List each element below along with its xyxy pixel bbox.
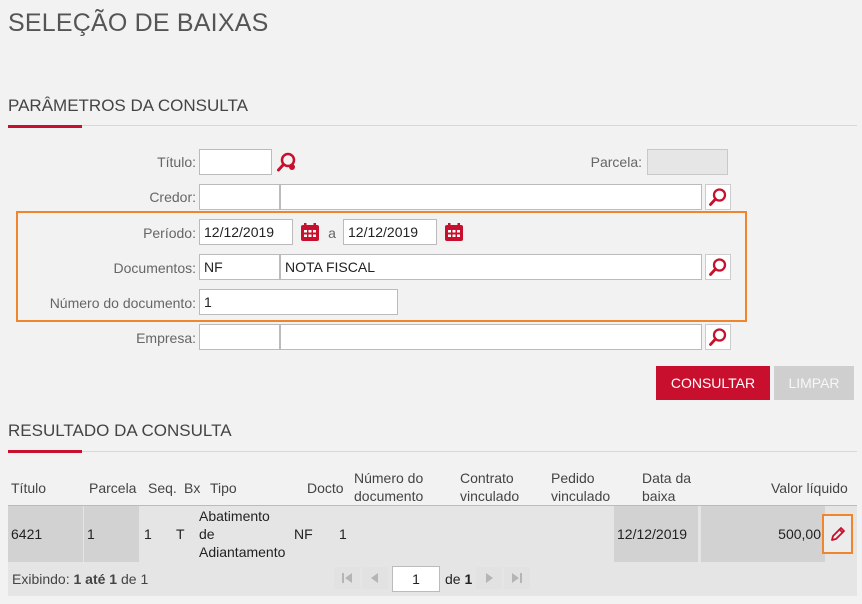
- search-icon: [709, 188, 727, 206]
- results-accent-bar: [8, 450, 82, 453]
- next-page-icon: [486, 573, 493, 583]
- credor-code-input[interactable]: [199, 184, 280, 210]
- documentos-label: Documentos:: [113, 260, 196, 276]
- col-seq[interactable]: Seq.: [148, 479, 177, 497]
- periodo-from-calendar-button[interactable]: [297, 219, 323, 245]
- cell-tipo-line3: Adiantamento: [199, 544, 286, 560]
- pencil-icon: [830, 527, 845, 541]
- documentos-code-input[interactable]: NF: [199, 254, 280, 280]
- col-numero[interactable]: Número do documento: [354, 469, 423, 505]
- col-contrato[interactable]: Contrato vinculado: [460, 469, 519, 505]
- params-divider: [8, 125, 857, 126]
- periodo-separator: a: [328, 225, 336, 241]
- exibindo-total: 1: [140, 571, 149, 587]
- cell-parcela: 1: [87, 526, 95, 542]
- cell-numero: 1: [339, 526, 347, 542]
- periodo-to-calendar-button[interactable]: [441, 219, 467, 245]
- numero-documento-label: Número do documento:: [49, 295, 196, 311]
- col-tipo[interactable]: Tipo: [210, 479, 237, 497]
- col-titulo[interactable]: Título: [11, 479, 46, 497]
- search-icon: [709, 328, 727, 346]
- credor-search-button[interactable]: [705, 184, 731, 210]
- col-pedido-line2: vinculado: [551, 488, 611, 504]
- params-section-title: PARÂMETROS DA CONSULTA: [8, 96, 248, 115]
- search-icon: [709, 258, 727, 276]
- page-title: SELEÇÃO DE BAIXAS: [8, 9, 269, 37]
- previous-page-icon: [371, 573, 378, 583]
- col-pedido-line1: Pedido: [551, 470, 595, 486]
- next-page-button[interactable]: [476, 567, 502, 589]
- calendar-icon: [301, 223, 319, 241]
- titulo-input[interactable]: [199, 149, 272, 175]
- edit-button[interactable]: [822, 514, 853, 554]
- previous-page-button[interactable]: [362, 567, 388, 589]
- credor-name-input[interactable]: [280, 184, 702, 210]
- cell-bx: T: [176, 526, 185, 542]
- calendar-icon: [445, 223, 463, 241]
- col-parcela[interactable]: Parcela: [89, 479, 136, 497]
- first-page-icon: [342, 573, 352, 583]
- col-pedido[interactable]: Pedido vinculado: [551, 469, 610, 505]
- cell-docto: NF: [294, 526, 313, 542]
- col-data[interactable]: Data da baixa: [642, 469, 691, 505]
- empresa-search-button[interactable]: [705, 324, 731, 350]
- documentos-search-button[interactable]: [705, 254, 731, 280]
- cell-tipo: Abatimento de Adiantamento: [199, 507, 290, 561]
- numero-documento-input[interactable]: 1: [199, 289, 398, 315]
- col-numero-line1: Número do: [354, 470, 424, 486]
- pagination-summary: Exibindo: 1 até 1 de 1: [12, 570, 148, 588]
- cell-tipo-line2: de: [199, 526, 215, 542]
- col-bx[interactable]: Bx: [184, 479, 200, 497]
- page-count: de 1: [445, 570, 472, 588]
- last-page-button[interactable]: [504, 567, 530, 589]
- page-of-label: de: [445, 571, 461, 587]
- col-numero-line2: documento: [354, 488, 424, 504]
- params-accent-bar: [8, 125, 82, 128]
- periodo-label: Período:: [143, 225, 196, 241]
- titulo-label: Título:: [157, 154, 196, 170]
- col-contrato-line1: Contrato: [460, 470, 514, 486]
- periodo-from-input[interactable]: 12/12/2019: [199, 219, 293, 245]
- exibindo-de-label: de: [120, 571, 137, 587]
- parcela-label: Parcela:: [590, 154, 642, 170]
- col-data-line2: baixa: [642, 488, 676, 504]
- col-contrato-line2: vinculado: [460, 488, 520, 504]
- exibindo-label: Exibindo:: [12, 571, 70, 587]
- col-docto[interactable]: Docto: [307, 479, 344, 497]
- parcela-input: [647, 149, 728, 175]
- col-data-line1: Data da: [642, 470, 692, 486]
- first-page-button[interactable]: [334, 567, 360, 589]
- page-input[interactable]: 1: [392, 566, 440, 592]
- empresa-name-input[interactable]: [280, 324, 702, 350]
- col-valor[interactable]: Valor líquido: [771, 479, 848, 497]
- results-section-title: RESULTADO DA CONSULTA: [8, 421, 232, 440]
- limpar-button[interactable]: LIMPAR: [774, 366, 854, 400]
- empresa-label: Empresa:: [136, 330, 196, 346]
- exibindo-range: 1 até 1: [73, 571, 118, 587]
- last-page-icon: [512, 573, 522, 583]
- documentos-name-input[interactable]: NOTA FISCAL: [280, 254, 702, 280]
- page-total: 1: [464, 571, 473, 587]
- titulo-search-button[interactable]: [274, 149, 300, 175]
- empresa-code-input[interactable]: [199, 324, 280, 350]
- cell-seq: 1: [144, 526, 152, 542]
- cell-valor: 500,00: [778, 526, 821, 542]
- periodo-to-input[interactable]: 12/12/2019: [343, 219, 437, 245]
- results-divider: [8, 451, 857, 452]
- cell-titulo: 6421: [11, 526, 43, 542]
- cell-tipo-line1: Abatimento: [199, 508, 270, 524]
- cell-data: 12/12/2019: [617, 526, 688, 542]
- search-icon: [277, 152, 296, 172]
- consultar-button[interactable]: CONSULTAR: [656, 366, 770, 400]
- credor-label: Credor:: [149, 189, 196, 205]
